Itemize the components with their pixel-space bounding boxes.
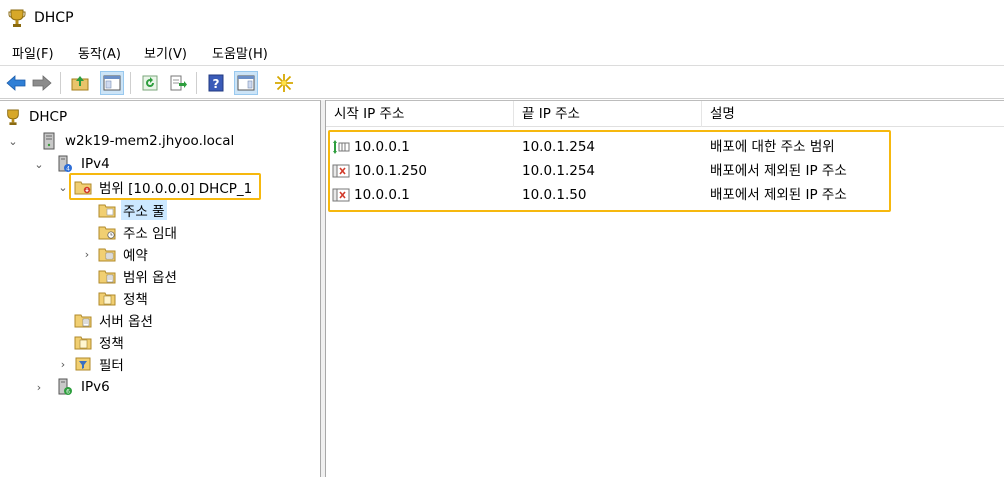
chevron-down-icon[interactable]: ⌄ (32, 158, 46, 171)
tree-item-dhcp[interactable]: DHCP (4, 106, 69, 128)
tree-item-scope-options[interactable]: 범위 옵션 (98, 265, 179, 287)
tree-item-server-options[interactable]: 서버 옵션 (74, 309, 155, 331)
forward-arrow-icon[interactable] (30, 71, 54, 95)
title-bar: DHCP (0, 0, 1004, 38)
toolbar: ? (0, 67, 1004, 99)
toolbar-separator (130, 72, 131, 94)
svg-text:6: 6 (66, 389, 70, 396)
filter-icon (74, 355, 92, 373)
address-pool-folder-icon (98, 201, 116, 219)
tree-item-address-pool[interactable]: 주소 풀 (98, 199, 167, 221)
ipv4-server-icon: 4 (56, 155, 74, 173)
list-header: 시작 IP 주소 끝 IP 주소 설명 (326, 101, 1004, 127)
ipv6-server-icon: 6 (56, 378, 74, 396)
tree-label: w2k19-mem2.jhyoo.local (65, 133, 235, 149)
policies-folder-icon (98, 289, 116, 307)
tree-label: 주소 임대 (123, 226, 177, 242)
address-leases-folder-icon (98, 223, 116, 241)
tree-label: 정책 (123, 292, 148, 308)
chevron-right-icon[interactable]: › (80, 248, 94, 261)
tree-item-address-leases[interactable]: 주소 임대 (98, 221, 179, 243)
result-list-pane: 시작 IP 주소 끝 IP 주소 설명 10.0.0.1 10.0.1.254 … (326, 100, 1004, 477)
policies-folder-icon (74, 333, 92, 351)
export-list-icon[interactable] (166, 71, 190, 95)
tree-label: 예약 (123, 248, 148, 264)
chevron-right-icon[interactable]: › (32, 381, 46, 394)
action-pane-icon[interactable] (234, 71, 258, 95)
column-header-end-ip[interactable]: 끝 IP 주소 (514, 101, 702, 127)
refresh-icon[interactable] (138, 71, 162, 95)
scope-options-folder-icon (98, 267, 116, 285)
menu-bar: 파일(F) 동작(A) 보기(V) 도움말(H) (0, 38, 1004, 66)
tree-label: 주소 풀 (121, 200, 167, 220)
new-item-star-icon[interactable] (272, 71, 296, 95)
menu-action[interactable]: 동작(A) (76, 43, 123, 62)
tree-item-ipv4[interactable]: ⌄ 4 IPv4 (32, 153, 112, 175)
window-title: DHCP (34, 10, 74, 26)
show-hide-tree-icon[interactable] (100, 71, 124, 95)
toolbar-separator (196, 72, 197, 94)
chevron-right-icon[interactable]: › (56, 358, 70, 371)
column-header-description[interactable]: 설명 (702, 101, 1004, 127)
tree-label: 범위 옵션 (123, 270, 177, 286)
tree-label: IPv4 (81, 156, 110, 172)
back-arrow-icon[interactable] (4, 71, 28, 95)
svg-text:?: ? (213, 77, 220, 91)
menu-view[interactable]: 보기(V) (142, 43, 189, 62)
rows-highlight-box (328, 130, 891, 212)
column-header-start-ip[interactable]: 시작 IP 주소 (326, 101, 514, 127)
menu-help[interactable]: 도움말(H) (210, 43, 270, 62)
tree-item-filters[interactable]: › 필터 (56, 353, 126, 375)
tree-item-ipv6[interactable]: › 6 IPv6 (32, 376, 112, 398)
tree-item-server[interactable]: ⌄ w2k19-mem2.jhyoo.local (6, 130, 236, 152)
trophy-dhcp-icon (8, 8, 26, 28)
tree-label: DHCP (29, 109, 68, 125)
server-icon (40, 132, 58, 150)
up-folder-icon[interactable] (68, 71, 92, 95)
server-options-folder-icon (74, 311, 92, 329)
menu-file[interactable]: 파일(F) (10, 43, 56, 62)
chevron-down-icon[interactable]: ⌄ (6, 135, 20, 148)
tree-label: 정책 (99, 336, 124, 352)
scope-highlight-box (69, 173, 261, 200)
svg-text:4: 4 (66, 166, 70, 173)
tree-item-scope-policies[interactable]: 정책 (98, 287, 150, 309)
trophy-dhcp-icon (4, 108, 22, 126)
tree-label: 필터 (99, 358, 124, 374)
tree-item-reservations[interactable]: › 예약 (80, 243, 150, 265)
help-icon[interactable]: ? (204, 71, 228, 95)
tree-item-server-policies[interactable]: 정책 (74, 331, 126, 353)
reservations-folder-icon (98, 245, 116, 263)
console-tree: DHCP ⌄ w2k19-mem2.jhyoo.local ⌄ 4 IPv4 ⌄… (0, 100, 321, 477)
chevron-down-icon[interactable]: ⌄ (56, 181, 70, 194)
tree-label: IPv6 (81, 379, 110, 395)
tree-label: 서버 옵션 (99, 314, 153, 330)
toolbar-separator (60, 72, 61, 94)
